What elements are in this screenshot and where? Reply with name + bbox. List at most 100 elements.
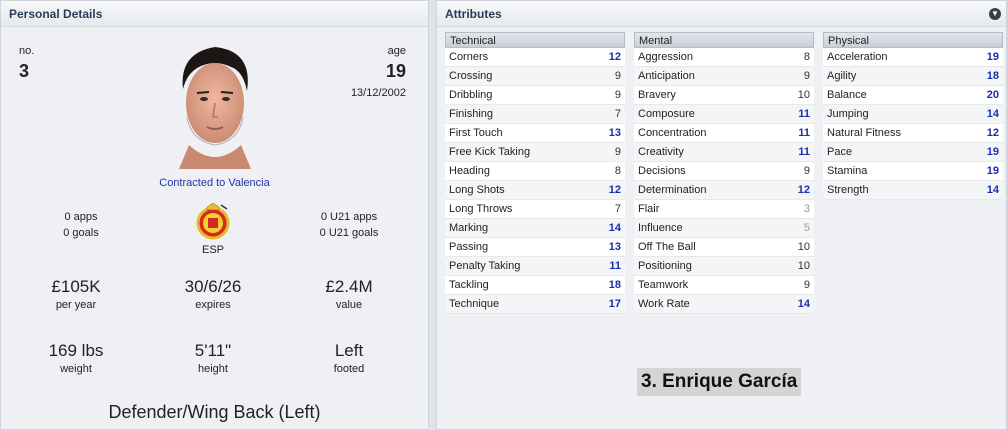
attribute-value: 12 (797, 184, 810, 196)
attribute-value: 9 (614, 70, 621, 82)
attribute-value: 3 (803, 203, 810, 215)
attribute-row[interactable]: Stamina 19 (823, 162, 1003, 181)
attribute-name: Agility (827, 70, 857, 82)
physical-header: Physical (823, 32, 1003, 48)
u21-apps-count: 0 U21 apps (320, 211, 378, 223)
attribute-row[interactable]: Acceleration 19 (823, 48, 1003, 67)
attribute-row[interactable]: Bravery 10 (634, 86, 814, 105)
attribute-value: 10 (797, 260, 810, 272)
mental-header: Mental (634, 32, 814, 48)
preferred-foot-label: footed (333, 363, 365, 375)
attribute-name: Dribbling (449, 89, 493, 101)
attribute-row[interactable]: Anticipation 9 (634, 67, 814, 86)
attribute-name: Corners (449, 51, 489, 63)
squad-number-label: no. (19, 45, 35, 57)
attribute-value: 12 (608, 184, 621, 196)
attribute-value: 14 (608, 222, 621, 234)
attribute-row[interactable]: Influence 5 (634, 219, 814, 238)
attribute-value: 5 (803, 222, 810, 234)
attribute-name: Flair (638, 203, 660, 215)
attribute-value: 12 (608, 51, 621, 63)
attribute-row[interactable]: Strength 14 (823, 181, 1003, 200)
attribute-name: Concentration (638, 127, 707, 139)
attribute-row[interactable]: Composure 11 (634, 105, 814, 124)
attribute-name: Anticipation (638, 70, 695, 82)
wage-value: £105K (51, 277, 101, 296)
attribute-row[interactable]: Dribbling 9 (445, 86, 625, 105)
attributes-panel: Attributes ▼ Technical Corners 12 Crossing… (436, 0, 1007, 430)
height-label: height (198, 363, 228, 375)
attribute-row[interactable]: Pace 19 (823, 143, 1003, 162)
wage-label: per year (55, 299, 97, 311)
apps-count: 0 apps (64, 211, 98, 223)
attribute-name: Influence (638, 222, 683, 234)
attribute-name: Finishing (449, 108, 494, 120)
attribute-name: First Touch (449, 127, 503, 139)
attribute-value: 10 (797, 89, 810, 101)
attribute-value: 7 (614, 108, 621, 120)
attribute-row[interactable]: Jumping 14 (823, 105, 1003, 124)
attribute-value: 8 (614, 165, 621, 177)
attribute-value: 18 (608, 279, 621, 291)
attribute-row[interactable]: Heading 8 (445, 162, 625, 181)
player-face-image (179, 47, 251, 169)
attribute-name: Crossing (449, 70, 493, 82)
attribute-row[interactable]: Flair 3 (634, 200, 814, 219)
attribute-value: 14 (797, 298, 810, 310)
attribute-value: 9 (803, 165, 810, 177)
preferred-foot-value: Left (334, 341, 364, 360)
federation-crest-icon[interactable] (191, 201, 235, 243)
attributes-header: Attributes ▼ (437, 1, 1006, 27)
senior-stats: 0 apps 0 goals (41, 209, 121, 241)
weight-label: weight (60, 363, 92, 375)
attribute-row[interactable]: Free Kick Taking 9 (445, 143, 625, 162)
attribute-row[interactable]: Off The Ball 10 (634, 238, 814, 257)
attribute-row[interactable]: Corners 12 (445, 48, 625, 67)
attribute-name: Strength (827, 184, 869, 196)
age-label: age (387, 45, 406, 57)
attribute-name: Aggression (638, 51, 694, 63)
attribute-name: Technique (449, 298, 500, 310)
contract-expiry-label: expires (195, 299, 231, 311)
attribute-value: 9 (614, 146, 621, 158)
attribute-name: Decisions (638, 165, 686, 177)
attribute-name: Penalty Taking (449, 260, 521, 272)
attribute-row[interactable]: Long Shots 12 (445, 181, 625, 200)
attribute-value: 13 (608, 127, 621, 139)
attribute-row[interactable]: Crossing 9 (445, 67, 625, 86)
weight-value: 169 lbs (48, 341, 104, 360)
attribute-row[interactable]: Marking 14 (445, 219, 625, 238)
chevron-down-icon[interactable]: ▼ (989, 8, 1001, 20)
attribute-value: 9 (803, 70, 810, 82)
attribute-row[interactable]: Positioning 10 (634, 257, 814, 276)
attribute-value: 11 (798, 108, 810, 120)
contract-link[interactable]: Contracted to Valencia (1, 177, 428, 189)
attribute-row[interactable]: Balance 20 (823, 86, 1003, 105)
attribute-row[interactable]: Finishing 7 (445, 105, 625, 124)
attribute-row[interactable]: Work Rate 14 (634, 295, 814, 314)
attribute-row[interactable]: Passing 13 (445, 238, 625, 257)
attribute-row[interactable]: Agility 18 (823, 67, 1003, 86)
attribute-row[interactable]: Decisions 9 (634, 162, 814, 181)
attribute-row[interactable]: Natural Fitness 12 (823, 124, 1003, 143)
attribute-row[interactable]: Concentration 11 (634, 124, 814, 143)
attribute-row[interactable]: First Touch 13 (445, 124, 625, 143)
personal-details-header: Personal Details (1, 1, 428, 27)
attribute-value: 11 (798, 146, 810, 158)
attribute-name: Stamina (827, 165, 868, 177)
attribute-row[interactable]: Long Throws 7 (445, 200, 625, 219)
attribute-name: Marking (449, 222, 489, 234)
attribute-name: Jumping (827, 108, 869, 120)
attribute-row[interactable]: Teamwork 9 (634, 276, 814, 295)
attribute-row[interactable]: Aggression 8 (634, 48, 814, 67)
attribute-name: Long Shots (449, 184, 505, 196)
u21-stats: 0 U21 apps 0 U21 goals (309, 209, 389, 241)
attribute-row[interactable]: Tackling 18 (445, 276, 625, 295)
attribute-row[interactable]: Technique 17 (445, 295, 625, 314)
attribute-row[interactable]: Determination 12 (634, 181, 814, 200)
attribute-value: 14 (986, 184, 999, 196)
personal-details-panel: Personal Details no. 3 age 19 13/12/2002… (0, 0, 429, 430)
attribute-row[interactable]: Penalty Taking 11 (445, 257, 625, 276)
attribute-value: 20 (986, 89, 999, 101)
attribute-row[interactable]: Creativity 11 (634, 143, 814, 162)
